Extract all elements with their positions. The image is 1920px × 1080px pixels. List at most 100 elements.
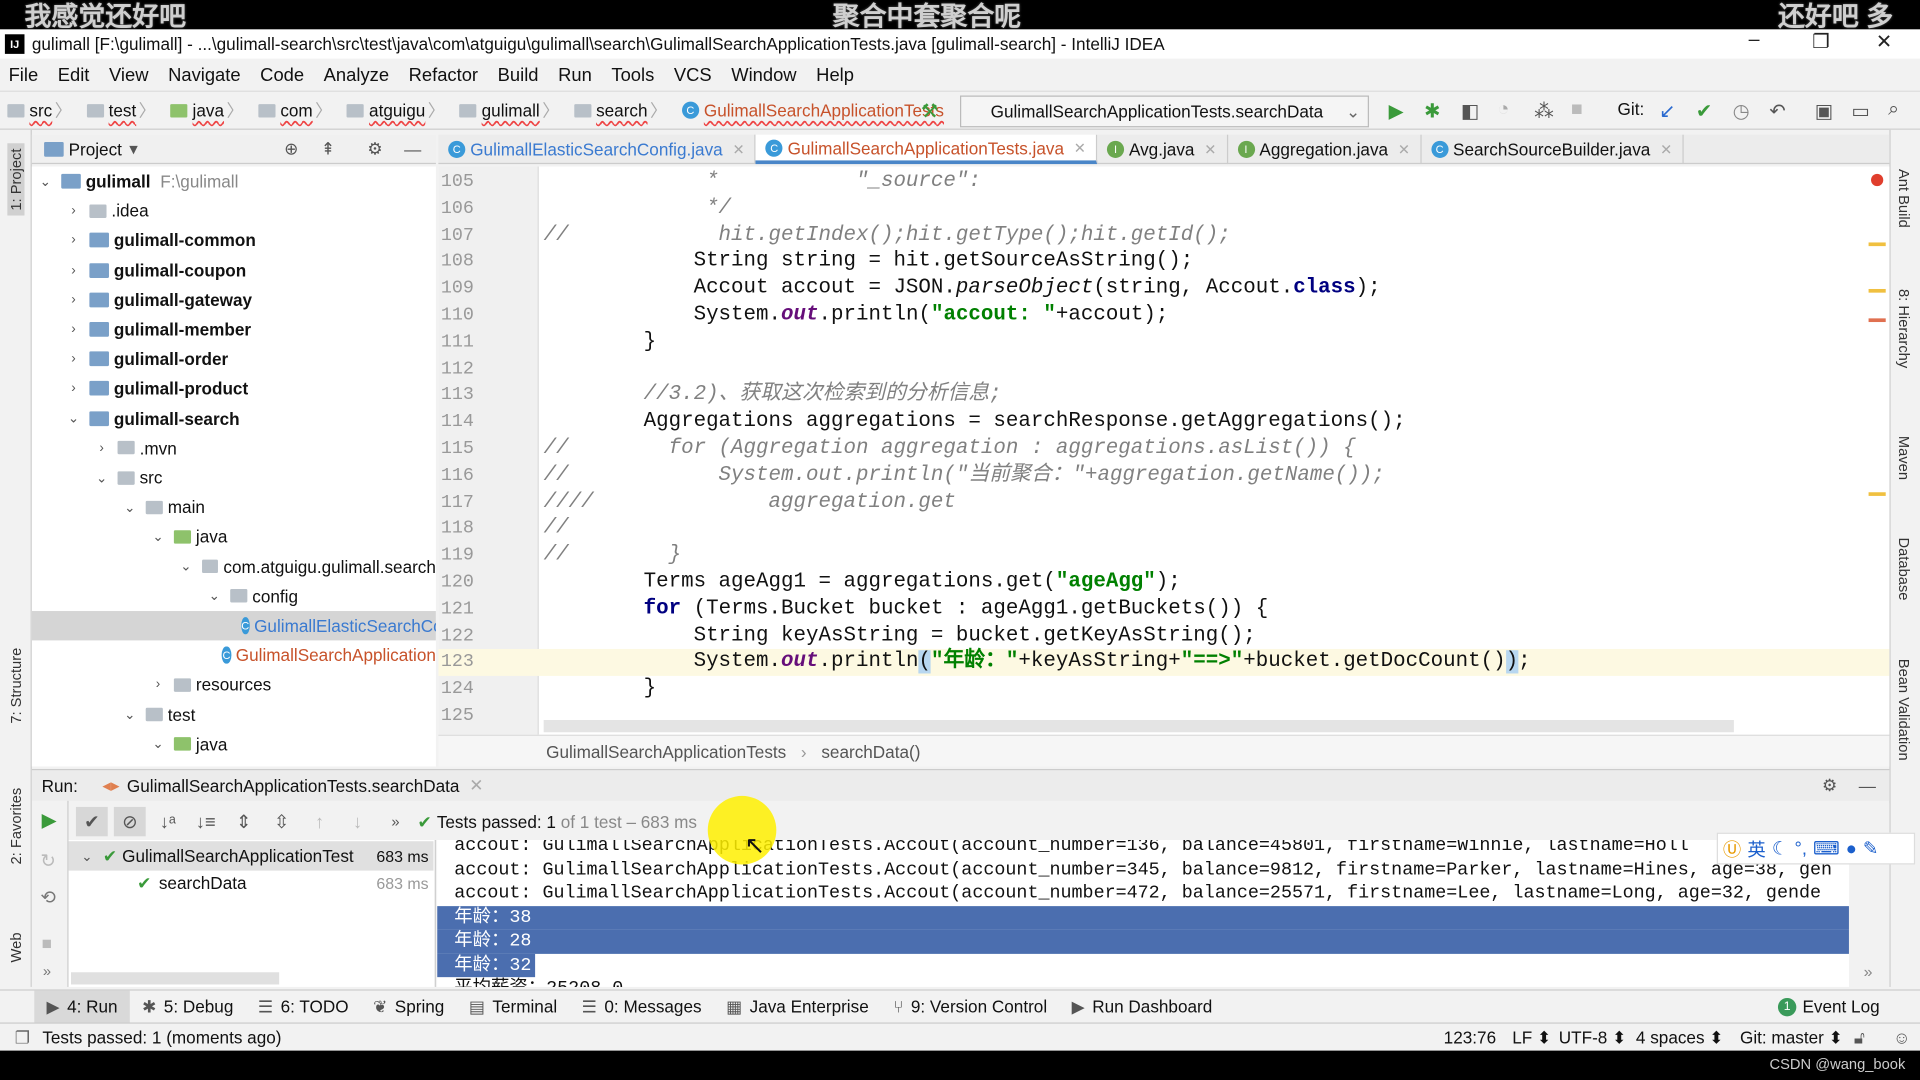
tab-searchsourcebuilder[interactable]: C SearchSourceBuilder.java ✕ bbox=[1421, 134, 1684, 165]
collapse-all-icon[interactable]: ⇞ bbox=[321, 138, 335, 159]
menu-help[interactable]: Help bbox=[816, 64, 854, 85]
show-ignored-icon[interactable]: ⊘ bbox=[113, 806, 146, 837]
menu-view[interactable]: View bbox=[109, 64, 148, 85]
caret-position[interactable]: 123:76 bbox=[1444, 1027, 1496, 1047]
chevron-right-icon[interactable]: › bbox=[65, 233, 82, 248]
tree-item[interactable]: ⌄ src bbox=[32, 463, 436, 492]
gear-icon[interactable]: ⚙ bbox=[1822, 775, 1837, 796]
tree-item[interactable]: › resources bbox=[32, 670, 436, 699]
tree-item[interactable]: ⌄ gulimall-search bbox=[32, 404, 436, 433]
presentation-icon[interactable]: ▭ bbox=[1851, 99, 1870, 123]
tree-item[interactable]: CGulimallElasticSearchConfig bbox=[31, 611, 436, 641]
more-icon[interactable]: » bbox=[380, 807, 412, 836]
locate-icon[interactable]: ⊕ bbox=[284, 138, 298, 159]
tool-window-hierarchy[interactable]: 8: Hierarchy bbox=[1896, 289, 1913, 368]
test-case-row[interactable]: ✔ searchData 683 ms bbox=[69, 868, 434, 897]
expand-all-icon[interactable]: ⇕ bbox=[228, 807, 260, 836]
close-icon[interactable]: ✕ bbox=[732, 141, 744, 158]
menu-run[interactable]: Run bbox=[558, 64, 592, 85]
more-icon[interactable]: » bbox=[43, 962, 51, 979]
run-icon[interactable]: ▶ bbox=[1389, 99, 1404, 123]
rerun-failed-icon[interactable]: ↻ bbox=[40, 850, 55, 872]
tree-item[interactable]: › gulimall-gateway bbox=[32, 285, 436, 314]
tool-tab-terminal[interactable]: ▤ Terminal bbox=[457, 990, 570, 1023]
breadcrumb-method[interactable]: searchData() bbox=[821, 741, 920, 761]
stop-icon[interactable]: ■ bbox=[42, 933, 52, 953]
menu-vcs[interactable]: VCS bbox=[674, 64, 712, 85]
more-icon[interactable]: » bbox=[1864, 962, 1873, 980]
tool-window-database[interactable]: Database bbox=[1896, 538, 1913, 601]
close-button[interactable]: ✕ bbox=[1876, 29, 1892, 53]
project-structure-icon[interactable]: ▣ bbox=[1815, 99, 1834, 123]
git-update-icon[interactable]: ↙ bbox=[1659, 99, 1675, 123]
collapse-all-icon[interactable]: ⇳ bbox=[266, 807, 298, 836]
file-encoding[interactable]: UTF-8 ⬍ bbox=[1559, 1027, 1627, 1048]
gear-icon[interactable]: ⚙ bbox=[367, 138, 382, 159]
chevron-right-icon[interactable]: › bbox=[65, 263, 82, 278]
chevron-down-icon[interactable]: ⌄ bbox=[149, 529, 166, 545]
tab-avg[interactable]: I Avg.java ✕ bbox=[1097, 134, 1228, 165]
tree-item[interactable]: ⌄ config bbox=[32, 581, 436, 610]
tree-item[interactable]: ⌄ java bbox=[32, 522, 436, 551]
toggle-tool-windows-icon[interactable]: ❐ bbox=[15, 1027, 30, 1048]
search-icon[interactable]: ⌕ bbox=[1888, 99, 1899, 121]
line-separator[interactable]: LF ⬍ bbox=[1512, 1027, 1551, 1048]
run-config-dropdown[interactable]: GulimallSearchApplicationTests.searchDat… bbox=[960, 95, 1369, 128]
code-editor[interactable]: 💡 105 * "_source":106 */107// hit.getInd… bbox=[438, 166, 1890, 735]
tool-tab-debug[interactable]: ✱ 5: Debug bbox=[130, 990, 246, 1023]
tool-window-maven[interactable]: Maven bbox=[1896, 436, 1913, 480]
console-output[interactable]: accout: GulimallSearchApplicationTests.A… bbox=[437, 840, 1849, 987]
event-log-button[interactable]: 1 Event Log bbox=[1777, 997, 1880, 1016]
tool-window-favorites[interactable]: 2: Favorites bbox=[7, 788, 24, 865]
crumb-test[interactable]: test 〉 bbox=[79, 98, 158, 122]
tree-item[interactable]: C GulimallSearchApplication bbox=[32, 641, 436, 670]
tab-gulimallsearchapplicationtests[interactable]: C GulimallSearchApplicationTests.java ✕ bbox=[755, 134, 1098, 165]
crumb-current-class[interactable]: C GulimallSearchApplicationTests bbox=[674, 100, 944, 120]
crumb-gulimall[interactable]: gulimall 〉 bbox=[452, 98, 562, 122]
tool-tab-run-dashboard[interactable]: ▶ Run Dashboard bbox=[1059, 990, 1224, 1023]
chevron-down-icon[interactable]: ⌄ bbox=[178, 558, 195, 575]
tool-tab-todo[interactable]: ☰ 6: TODO bbox=[246, 990, 361, 1023]
inspector-icon[interactable]: ☺ bbox=[1893, 1027, 1911, 1047]
menu-file[interactable]: File bbox=[9, 64, 39, 85]
chevron-right-icon[interactable]: › bbox=[65, 381, 82, 396]
chevron-down-icon[interactable]: ⌄ bbox=[206, 588, 223, 604]
tab-aggregation[interactable]: I Aggregation.java ✕ bbox=[1228, 134, 1422, 165]
tool-tab-messages[interactable]: ☰ 0: Messages bbox=[569, 990, 713, 1023]
crumb-src[interactable]: src 〉 bbox=[0, 98, 74, 122]
close-icon[interactable]: ✕ bbox=[1074, 139, 1086, 156]
tree-item[interactable]: › gulimall-member bbox=[32, 315, 436, 344]
profile-icon[interactable]: ◔ bbox=[1498, 99, 1510, 121]
breadcrumb-class[interactable]: GulimallSearchApplicationTests bbox=[546, 741, 786, 761]
menu-window[interactable]: Window bbox=[731, 64, 796, 85]
chevron-down-icon[interactable]: ⌄ bbox=[93, 470, 110, 486]
wrench-icon[interactable]: ✎ bbox=[1863, 838, 1878, 860]
chevron-down-icon[interactable]: ⌄ bbox=[65, 410, 82, 427]
attach-debugger-icon[interactable]: ⁂ bbox=[1534, 99, 1554, 123]
keyboard-icon[interactable]: ⌨ bbox=[1813, 838, 1840, 860]
hide-icon[interactable]: — bbox=[1859, 776, 1876, 796]
tool-tab-run[interactable]: ▶ 4: Run bbox=[34, 990, 130, 1024]
lock-icon[interactable]: 🔓︎ bbox=[1854, 1027, 1865, 1048]
tree-item[interactable]: ⌄ com.atguigu.gulimall.search bbox=[32, 552, 436, 581]
tree-item[interactable]: › gulimall-coupon bbox=[32, 255, 436, 284]
tree-item[interactable]: ⌄ test bbox=[32, 700, 436, 729]
crumb-atguigu[interactable]: atguigu 〉 bbox=[340, 98, 448, 122]
sort-by-duration-icon[interactable]: ↓≡ bbox=[190, 807, 222, 836]
crumb-java[interactable]: java 〉 bbox=[163, 98, 246, 122]
tree-item[interactable]: › gulimall-order bbox=[32, 344, 436, 373]
tree-item[interactable]: › gulimall-common bbox=[32, 226, 436, 255]
chevron-right-icon[interactable]: › bbox=[65, 203, 82, 218]
menu-build[interactable]: Build bbox=[498, 64, 539, 85]
chevron-right-icon[interactable]: › bbox=[149, 678, 166, 693]
horizontal-scrollbar[interactable] bbox=[71, 972, 280, 985]
ime-language-toggle[interactable]: 英 bbox=[1747, 836, 1765, 862]
menu-refactor[interactable]: Refactor bbox=[409, 64, 478, 85]
build-hammer-icon[interactable]: ⚒ bbox=[921, 99, 939, 123]
hide-icon[interactable]: — bbox=[404, 139, 421, 159]
crumb-com[interactable]: com 〉 bbox=[251, 98, 335, 122]
tool-window-project[interactable]: 1: Project bbox=[7, 143, 25, 216]
coverage-icon[interactable]: ◧ bbox=[1461, 99, 1480, 123]
tree-item[interactable]: › gulimall-product bbox=[32, 374, 436, 403]
revert-icon[interactable]: ↶ bbox=[1769, 99, 1785, 123]
